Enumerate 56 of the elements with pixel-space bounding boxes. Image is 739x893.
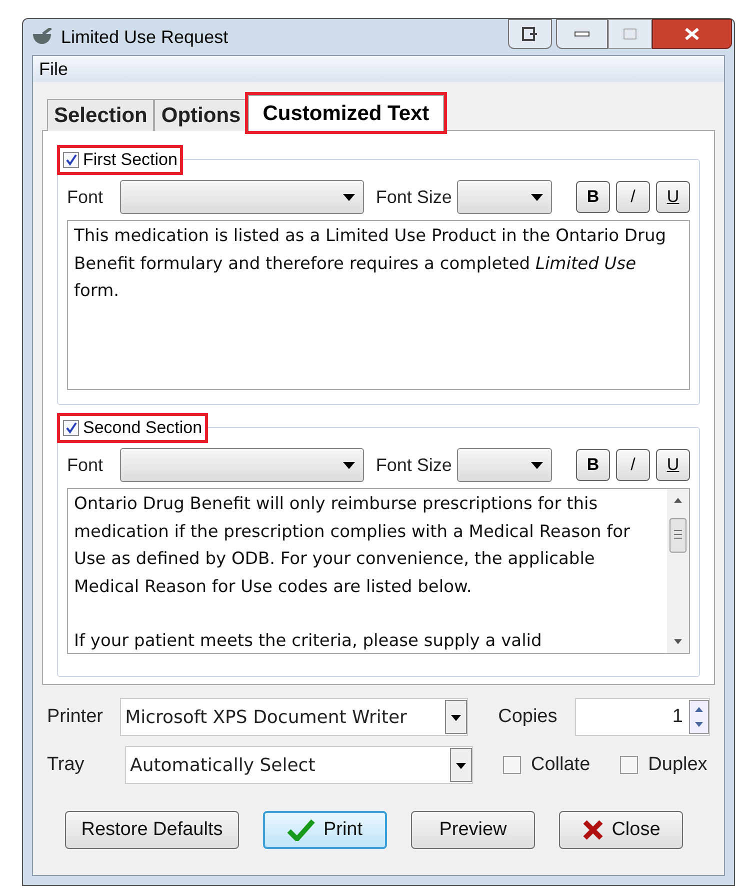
format-button[interactable]: / [616,181,650,213]
text-editor[interactable]: This medication is listed as a Limited Use Product in the Ontario Drug Benefit formulary and therefore requires a completed Limited Use form. [67,220,690,390]
window-title: Limited Use Request [61,26,228,49]
format-button[interactable]: U [656,449,690,481]
restore-icon-button[interactable] [508,19,552,49]
checkmark-icon [287,819,316,841]
editor-paragraph: This medication is listed as a Limited Use Product in the Ontario Drug Benefit formulary and therefore requires a completed Limited Use form. [74,225,668,303]
font-label: Font [67,186,104,208]
editor-paragraph: Ontario Drug Benefit will only reimburse prescriptions for this medication if the prescription complies with a Medical Reason for Use as defined by ODB. For your convenience, the applicable Medical Reason for Use codes are listed below. [74,493,632,598]
close-icon [684,27,700,41]
tab[interactable]: Customized Text [248,95,444,131]
tab[interactable]: Options [154,99,248,131]
font-size-dropdown[interactable] [456,180,552,214]
minimize-button[interactable] [556,19,608,49]
dropdown-arrow-icon [531,194,543,200]
dialog-button[interactable]: Close [559,811,683,849]
tab[interactable]: Selection [47,99,154,131]
tray-label: Tray [47,752,86,777]
printer-dropdown[interactable]: Microsoft XPS Document Writer [120,698,468,736]
maximize-icon [623,28,637,40]
format-button[interactable]: B [576,181,610,213]
dialog-button[interactable]: Print [263,811,387,849]
format-button[interactable]: / [616,449,650,481]
editor-paragraph: If your patient meets the criteria, please supply a valid [74,630,543,653]
menu-item[interactable]: File [37,56,70,82]
mortar-icon [31,28,53,46]
font-label: Font [67,454,104,476]
checkmark-icon [65,422,77,434]
dropdown-arrow-icon [531,462,543,468]
option-checkbox[interactable]: Duplex [620,750,708,780]
spinner-arrows-icon [689,700,709,734]
copies-spinner[interactable]: 1 [574,698,710,736]
option-checkbox[interactable]: Collate [503,750,590,780]
close-button[interactable] [652,19,732,49]
dialog-button[interactable]: Preview [411,811,535,849]
font-size-dropdown[interactable] [456,448,552,482]
section-checkbox[interactable]: First Section [57,145,184,175]
minimize-icon [574,31,590,37]
tray-dropdown[interactable]: Automatically Select [125,746,473,784]
dropdown-arrow-icon [342,194,355,200]
dropdown-arrow-icon [342,462,355,468]
format-button[interactable]: U [656,181,690,213]
font-dropdown[interactable] [120,448,364,482]
cross-icon [582,819,604,841]
printer-label: Printer [47,704,104,729]
copies-label: Copies [498,704,558,729]
font-size-label: Font Size [376,454,453,476]
vertical-scrollbar[interactable] [667,489,689,653]
text-editor[interactable] [67,488,690,654]
font-size-label: Font Size [376,186,453,208]
dialog-button[interactable]: Restore Defaults [65,811,239,849]
font-dropdown[interactable] [120,180,364,214]
section-checkbox[interactable]: Second Section [57,413,208,443]
window-icon [522,27,538,41]
format-button[interactable]: B [576,449,610,481]
checkmark-icon [65,154,77,166]
